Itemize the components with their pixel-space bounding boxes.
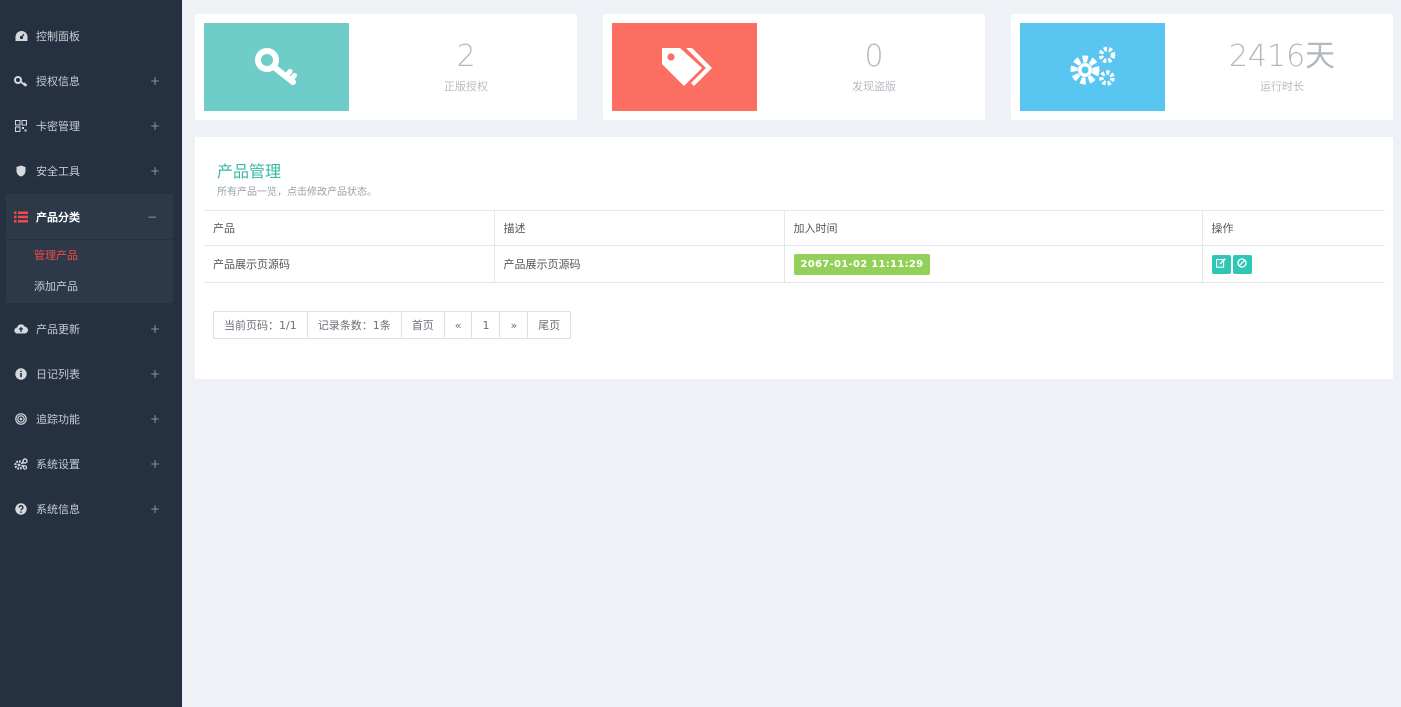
disable-icon: [1237, 257, 1247, 271]
sidebar: 控制面板 授权信息 + 卡密管理 + 安全工具 + 产品分类 − 管理产品 添加…: [0, 0, 182, 707]
table-row: 产品展示页源码 产品展示页源码 2067-01-02 11:11:29: [204, 245, 1385, 283]
product-table: 产品 描述 加入时间 操作 产品展示页源码 产品展示页源码 2067-01-02…: [204, 210, 1385, 283]
shield-icon: [14, 164, 28, 178]
sidebar-item-label: 追踪功能: [36, 412, 80, 426]
submenu-manage-products[interactable]: 管理产品: [34, 247, 78, 263]
stat-caption: 运行时长: [1260, 80, 1304, 93]
pagination-current-page: 当前页码：1/1: [224, 319, 297, 332]
collapse-toggle[interactable]: −: [147, 210, 157, 224]
cloud-upload-icon: [14, 322, 28, 336]
sidebar-item-system-info[interactable]: 系统信息 +: [0, 486, 182, 531]
sidebar-item-label: 产品更新: [36, 322, 80, 336]
panel-subtitle: 所有产品一览，点击修改产品状态。: [217, 187, 377, 198]
stat-tile: [612, 23, 757, 111]
expand-toggle[interactable]: +: [150, 74, 160, 88]
stat-caption: 发现盗版: [852, 80, 896, 93]
table-header-row: 产品 描述 加入时间 操作: [204, 210, 1385, 246]
submenu-product: 管理产品 添加产品: [6, 240, 173, 303]
sidebar-item-label: 控制面板: [36, 29, 80, 43]
pagination-page-1[interactable]: 1: [471, 312, 499, 338]
expand-toggle[interactable]: +: [150, 164, 160, 178]
expand-toggle[interactable]: +: [150, 412, 160, 426]
cell-description: 产品展示页源码: [493, 245, 784, 283]
sidebar-item-label: 授权信息: [36, 74, 80, 88]
sidebar-item-label: 系统信息: [36, 502, 80, 516]
pagination-prev[interactable]: «: [443, 312, 472, 338]
qrcode-icon: [14, 119, 28, 133]
sidebar-item-label: 卡密管理: [36, 119, 80, 133]
stat-card-licenses: 2 正版授权: [195, 14, 577, 120]
sidebar-item-license[interactable]: 授权信息 +: [0, 58, 182, 103]
stat-card-uptime: 2416天 运行时长: [1011, 14, 1393, 120]
panel-title: 产品管理: [217, 162, 282, 181]
stat-value: 2416天: [1228, 39, 1336, 74]
edit-icon: [1216, 257, 1226, 271]
cell-product: 产品展示页源码: [204, 245, 494, 283]
expand-toggle[interactable]: +: [150, 119, 160, 133]
cell-joined: 2067-01-02 11:11:29: [783, 245, 1202, 283]
product-panel: 产品管理 所有产品一览，点击修改产品状态。 产品 描述 加入时间 操作 产品展示…: [195, 137, 1393, 379]
stat-value: 0: [864, 39, 884, 74]
stat-caption: 正版授权: [444, 80, 488, 93]
sidebar-item-product-category[interactable]: 产品分类 −: [6, 194, 173, 239]
info-icon: [14, 367, 28, 381]
sidebar-item-label: 产品分类: [36, 210, 80, 224]
column-header-joined: 加入时间: [783, 210, 1202, 246]
sidebar-item-label: 系统设置: [36, 457, 80, 471]
disable-button[interactable]: [1232, 254, 1252, 274]
tags-icon: [658, 44, 712, 91]
stat-tile: [204, 23, 349, 111]
gears-icon: [1067, 44, 1119, 91]
sidebar-item-label: 日记列表: [36, 367, 80, 381]
column-header-description: 描述: [493, 210, 784, 246]
pagination-record-count: 记录条数：1条: [306, 312, 401, 338]
stat-tile: [1020, 23, 1165, 111]
sidebar-item-security[interactable]: 安全工具 +: [0, 148, 182, 193]
column-header-product: 产品: [204, 210, 494, 246]
cell-actions: [1201, 245, 1385, 283]
stat-value: 2: [456, 39, 476, 74]
sidebar-item-product-update[interactable]: 产品更新 +: [0, 306, 182, 351]
dashboard-icon: [14, 29, 28, 43]
gears-icon: [14, 457, 28, 471]
expand-toggle[interactable]: +: [150, 322, 160, 336]
pagination-next[interactable]: »: [499, 312, 527, 338]
sidebar-item-label: 安全工具: [36, 164, 80, 178]
edit-button[interactable]: [1211, 254, 1231, 274]
expand-toggle[interactable]: +: [150, 457, 160, 471]
sidebar-item-settings[interactable]: 系统设置 +: [0, 441, 182, 486]
key-icon: [14, 74, 28, 88]
stat-card-piracy: 0 发现盗版: [603, 14, 985, 120]
key-icon: [253, 46, 301, 89]
submenu-add-product[interactable]: 添加产品: [34, 278, 78, 294]
sidebar-item-cards[interactable]: 卡密管理 +: [0, 103, 182, 148]
list-icon: [14, 210, 28, 224]
sidebar-item-tracking[interactable]: 追踪功能 +: [0, 396, 182, 441]
pagination-first[interactable]: 首页: [400, 312, 444, 338]
pagination: 当前页码：1/1 记录条数：1条 首页 « 1 » 尾页: [213, 311, 572, 339]
expand-toggle[interactable]: +: [150, 367, 160, 381]
column-header-actions: 操作: [1201, 210, 1385, 246]
sidebar-item-log-list[interactable]: 日记列表 +: [0, 351, 182, 396]
date-badge: 2067-01-02 11:11:29: [793, 253, 931, 275]
question-icon: [14, 502, 28, 516]
expand-toggle[interactable]: +: [150, 502, 160, 516]
target-icon: [14, 412, 28, 426]
sidebar-item-dashboard[interactable]: 控制面板: [0, 13, 182, 58]
pagination-last[interactable]: 尾页: [527, 312, 570, 338]
